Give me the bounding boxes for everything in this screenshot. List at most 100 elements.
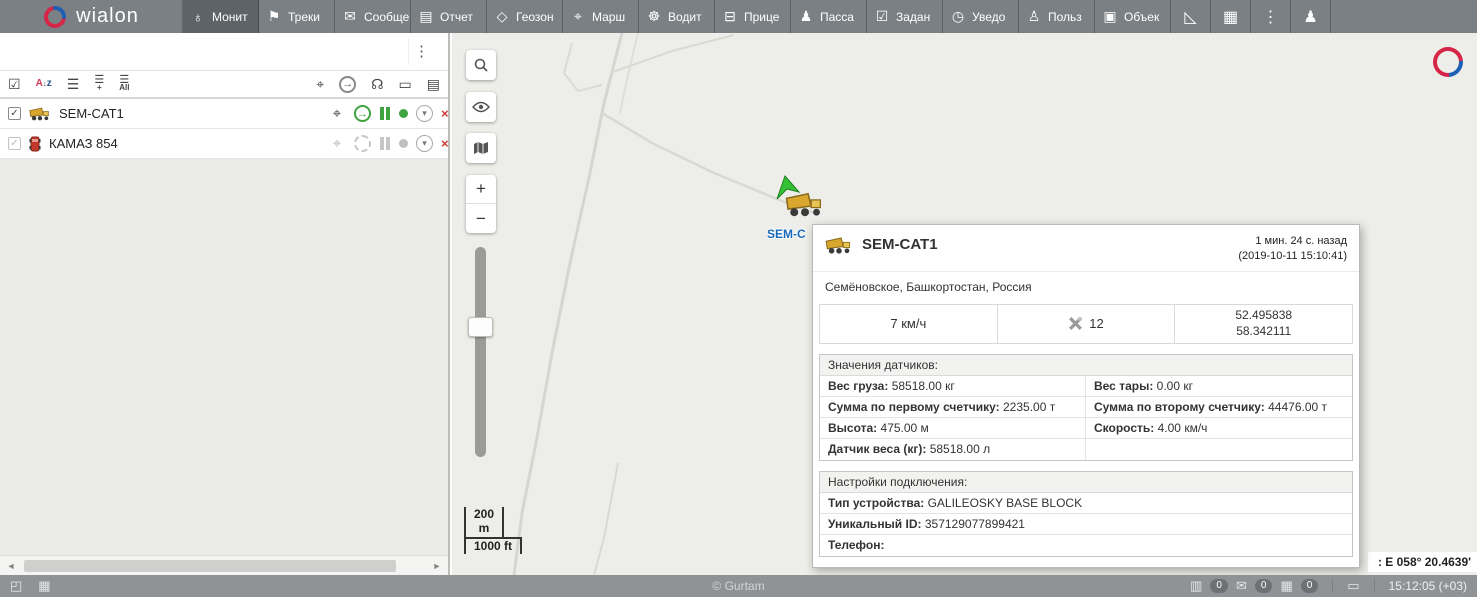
panel-toggle-icon[interactable]: ◰ bbox=[10, 578, 22, 594]
apps-grid-icon: ▦ bbox=[1223, 7, 1238, 27]
eye-icon bbox=[472, 101, 490, 113]
timestamp: (2019-10-11 15:10:41) bbox=[1238, 250, 1347, 262]
tab-routes[interactable]: ⌖Марш bbox=[563, 0, 639, 33]
list-view-icon[interactable]: ☰ bbox=[67, 76, 80, 93]
zoom-slider[interactable] bbox=[475, 247, 486, 457]
map-layers-button[interactable] bbox=[466, 133, 496, 163]
counter-badge: 0 bbox=[1255, 579, 1273, 593]
more-dots-icon: ⋮ bbox=[1263, 7, 1279, 27]
remove-unit-icon[interactable]: × bbox=[441, 106, 448, 121]
remove-unit-icon[interactable]: × bbox=[441, 136, 448, 151]
select-all-checkbox[interactable]: ☑ bbox=[8, 76, 21, 93]
scroll-right-icon[interactable]: ► bbox=[430, 561, 444, 571]
map-area[interactable]: + − SEM-C 200m 1000 ft © OpenStreetMap c… bbox=[452, 33, 1477, 575]
locate-all-icon[interactable]: ⌖ bbox=[316, 76, 324, 93]
horizontal-scrollbar[interactable]: ◄ ► bbox=[0, 555, 448, 575]
tracks-icon: ⚑ bbox=[266, 8, 282, 25]
sort-a-letter: A bbox=[36, 79, 43, 89]
satellites-icon bbox=[1068, 316, 1083, 331]
tab-monitoring[interactable]: ♁ Монит bbox=[183, 0, 259, 33]
unit-marker-truck-icon[interactable] bbox=[785, 191, 825, 218]
tab-units[interactable]: ▣Объек bbox=[1095, 0, 1171, 33]
motion-state-icon[interactable]: → bbox=[354, 105, 371, 122]
notifications-icon: ◷ bbox=[950, 8, 966, 25]
user-account-button[interactable]: ♟ bbox=[1291, 0, 1331, 33]
longitude-value: 58.342111 bbox=[1236, 324, 1291, 340]
show-all-list-button[interactable]: ☰All bbox=[119, 76, 129, 92]
ruler-tool-button[interactable]: ◺ bbox=[1171, 0, 1211, 33]
divider bbox=[1374, 579, 1375, 593]
scale-meters-value: 200 bbox=[474, 507, 494, 521]
zoom-out-button[interactable]: − bbox=[466, 204, 496, 233]
satellites-count: 12 bbox=[1089, 316, 1103, 331]
tab-reports[interactable]: ▤Отчет bbox=[411, 0, 487, 33]
trip-state-icon[interactable] bbox=[379, 107, 391, 120]
popup-last-message-time: 1 мин. 24 с. назад (2019-10-11 15:10:41) bbox=[1238, 234, 1347, 265]
zoom-controls: + − bbox=[466, 175, 496, 233]
tab-drivers[interactable]: ☸Водит bbox=[639, 0, 715, 33]
tab-label: Польз bbox=[1048, 10, 1082, 24]
tab-tracks[interactable]: ⚑Треки bbox=[259, 0, 335, 33]
scale-meters-unit: m bbox=[479, 521, 490, 535]
apps-menu-button[interactable]: ▦ bbox=[1211, 0, 1251, 33]
tab-geofences[interactable]: ◇Геозон bbox=[487, 0, 563, 33]
monitoring-icon: ♁ bbox=[190, 9, 206, 25]
zoom-in-button[interactable]: + bbox=[466, 175, 496, 204]
tab-notifications[interactable]: ◷Уведо bbox=[943, 0, 1019, 33]
apps-grid-icon[interactable]: ▦ bbox=[38, 578, 50, 594]
scroll-left-icon[interactable]: ◄ bbox=[4, 561, 18, 571]
tab-messages[interactable]: ✉ Сообще bbox=[335, 0, 411, 33]
sort-az-button[interactable]: A↓z bbox=[36, 79, 52, 89]
sensor-cell: Датчик веса (кг): 58518.00 л bbox=[820, 439, 1086, 460]
unit-menu-button[interactable]: ▾ bbox=[416, 135, 433, 152]
mail-icon[interactable]: ✉ bbox=[1236, 578, 1247, 594]
monitoring-panel: ⋮ ☑ A↓z ☰ ☰+ ☰All ⌖ → ☊ ▭ ▤ SEM-CAT1 ⌖ →… bbox=[0, 33, 450, 575]
satellites-cell: 12 bbox=[998, 305, 1176, 343]
tab-users[interactable]: ♙Польз bbox=[1019, 0, 1095, 33]
sensor-cell: Сумма по второму счетчику: 44476.00 т bbox=[1086, 397, 1352, 418]
tab-label: Геозон bbox=[516, 10, 554, 24]
unit-row-kamaz-854[interactable]: КАМАЗ 854 ⌖ ▾ × bbox=[0, 129, 448, 159]
ruler-icon: ◺ bbox=[1184, 7, 1196, 27]
more-menu-button[interactable]: ⋮ bbox=[1251, 0, 1291, 33]
map-visibility-button[interactable] bbox=[466, 92, 496, 122]
trip-state-icon[interactable] bbox=[379, 137, 391, 150]
scrollbar-thumb[interactable] bbox=[24, 560, 396, 572]
sensor-cell: Сумма по первому счетчику: 2235.00 т bbox=[820, 397, 1086, 418]
monitor-screen-icon[interactable]: ▭ bbox=[399, 76, 412, 93]
photo-icon[interactable]: ▦ bbox=[1280, 578, 1292, 594]
unit-checkbox[interactable] bbox=[8, 137, 21, 150]
tab-passengers[interactable]: ♟Пасса bbox=[791, 0, 867, 33]
motion-state-icon[interactable] bbox=[354, 135, 371, 152]
trailers-icon: ⊟ bbox=[722, 8, 738, 25]
unit-name: КАМАЗ 854 bbox=[49, 136, 320, 151]
unit-menu-button[interactable]: ▾ bbox=[416, 105, 433, 122]
panel-menu-button[interactable]: ⋮ bbox=[408, 39, 434, 65]
wialon-logo: wialon bbox=[0, 0, 183, 33]
map-search-button[interactable] bbox=[466, 50, 496, 80]
top-navigation-bar: wialon ♁ Монит ⚑Треки ✉ Сообще ▤Отчет ◇Гео… bbox=[0, 0, 1477, 33]
tab-jobs[interactable]: ☑Задан bbox=[867, 0, 943, 33]
monitor-icon[interactable]: ▭ bbox=[1347, 578, 1359, 594]
locate-unit-icon[interactable]: ⌖ bbox=[328, 105, 346, 122]
unit-checkbox[interactable] bbox=[8, 107, 21, 120]
speed-value: 7 км/ч bbox=[890, 316, 926, 331]
driver-card-icon[interactable]: ▥ bbox=[1190, 578, 1202, 594]
locate-unit-icon[interactable]: ⌖ bbox=[328, 135, 346, 152]
add-to-list-button[interactable]: ☰+ bbox=[94, 76, 104, 92]
scale-feet: 1000 ft bbox=[464, 537, 522, 555]
events-log-icon[interactable]: ▤ bbox=[427, 76, 440, 93]
zoom-slider-handle[interactable] bbox=[468, 317, 493, 337]
messages-icon: ✉ bbox=[342, 8, 358, 25]
unit-row-sem-cat1[interactable]: SEM-CAT1 ⌖ → ▾ × bbox=[0, 99, 448, 129]
sensor-cell: Скорость: 4.00 км/ч bbox=[1086, 418, 1352, 439]
bottom-status-bar: ◰ ▦ © Gurtam ▥ 0 ✉ 0 ▦ 0 ▭ 15:12:05 (+03… bbox=[0, 575, 1477, 597]
connection-row: Телефон: bbox=[820, 535, 1352, 556]
monitoring-toolbar: ☑ A↓z ☰ ☰+ ☰All ⌖ → ☊ ▭ ▤ bbox=[0, 71, 448, 99]
motion-state-header-icon[interactable]: → bbox=[339, 76, 356, 93]
tab-trailers[interactable]: ⊟Прице bbox=[715, 0, 791, 33]
connection-state-icon[interactable]: ☊ bbox=[371, 76, 383, 93]
sort-z-letter: z bbox=[47, 79, 52, 89]
tab-label: Монит bbox=[212, 10, 248, 24]
tab-label: Сообще bbox=[364, 10, 409, 24]
